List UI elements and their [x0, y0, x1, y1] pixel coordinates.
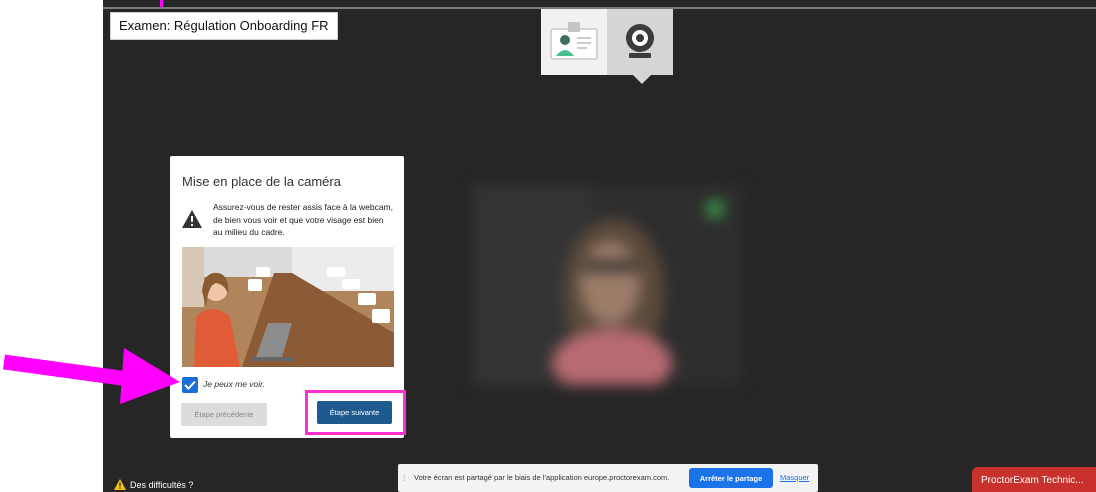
previous-step-button[interactable]: Étape précédente — [181, 403, 267, 426]
step-indicator — [541, 9, 673, 84]
step-id-card — [541, 9, 607, 75]
drag-handle-icon[interactable]: ⁞ — [403, 473, 406, 483]
self-visible-checkbox[interactable] — [182, 377, 198, 393]
share-message: Votre écran est partagé par le biais de … — [414, 473, 670, 482]
instructions-text: Assurez-vous de rester assis face à la w… — [213, 202, 393, 237]
webcam-preview — [472, 185, 742, 397]
difficulties-link[interactable]: Des difficultés ? — [114, 479, 193, 490]
hide-link[interactable]: Masquer — [780, 473, 809, 482]
stop-sharing-button[interactable]: Arrêter le partage — [689, 468, 773, 488]
annotation-tick — [160, 0, 163, 7]
checkmark-icon — [184, 380, 196, 390]
webcam-icon — [626, 24, 654, 58]
warning-icon — [182, 210, 202, 228]
checkbox-label[interactable]: Je peux me voir. — [203, 379, 265, 389]
difficulties-label[interactable]: Des difficultés ? — [130, 480, 193, 490]
support-chat-tab[interactable]: ProctorExam Technic... — [972, 467, 1096, 492]
active-step-pointer — [633, 75, 651, 84]
example-photo — [182, 247, 394, 367]
step-webcam — [607, 9, 673, 75]
annotation-arrow — [2, 348, 180, 404]
annotation-highlight-box — [305, 390, 406, 435]
dialog-title: Mise en place de la caméra — [182, 174, 341, 189]
exam-title: Examen: Régulation Onboarding FR — [110, 12, 338, 40]
screen-share-bar: ⁞ Votre écran est partagé par le biais d… — [398, 464, 818, 492]
warning-icon — [114, 479, 126, 490]
id-card-icon — [550, 22, 598, 60]
